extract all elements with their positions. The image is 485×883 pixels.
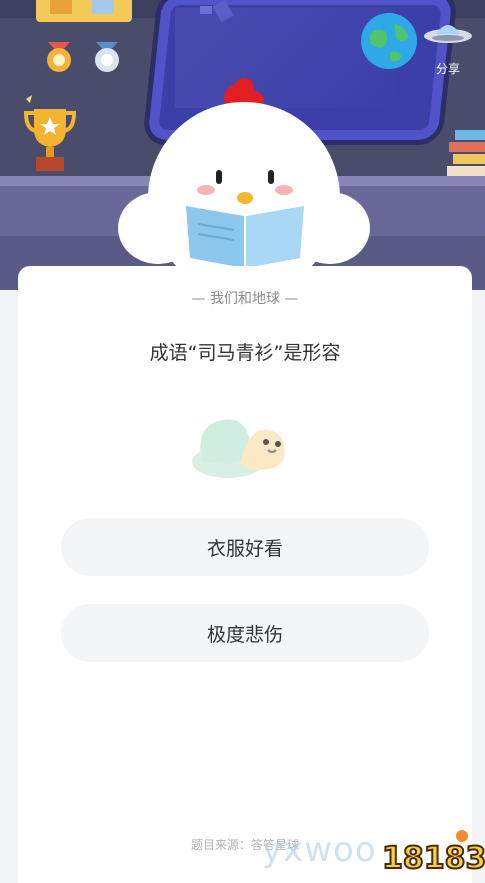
watermark-text: yxwoo bbox=[262, 830, 377, 870]
option-button-2[interactable]: 极度悲伤 bbox=[61, 604, 429, 662]
gold-medal-icon bbox=[47, 42, 71, 72]
trophy-icon bbox=[23, 95, 77, 171]
svg-text:18183: 18183 bbox=[382, 841, 485, 876]
watermark-logo: 18183 bbox=[381, 830, 485, 876]
books-icon bbox=[447, 130, 485, 176]
chick-mascot bbox=[118, 78, 370, 274]
award-icons bbox=[50, 0, 114, 14]
quiz-category: — 我们和地球 — bbox=[191, 291, 299, 307]
option-button-1[interactable]: 衣服好看 bbox=[61, 518, 429, 576]
award-box bbox=[36, 0, 132, 22]
quiz-question: 成语“司马青衫”是形容 bbox=[149, 342, 341, 364]
ufo-share-icon bbox=[424, 25, 472, 43]
watermark: yxwoo 18183 bbox=[262, 826, 485, 876]
share-button[interactable]: 分享 bbox=[422, 14, 474, 80]
quiz-card: — 我们和地球 — 成语“司马青衫”是形容 衣服好看 极度悲伤 题目来源：答答星… bbox=[18, 266, 472, 883]
globe-icon bbox=[361, 13, 417, 69]
share-label: 分享 bbox=[435, 62, 460, 76]
snail-illustration bbox=[192, 419, 285, 478]
satellite-icon bbox=[200, 0, 234, 23]
silver-medal-icon bbox=[95, 42, 119, 72]
